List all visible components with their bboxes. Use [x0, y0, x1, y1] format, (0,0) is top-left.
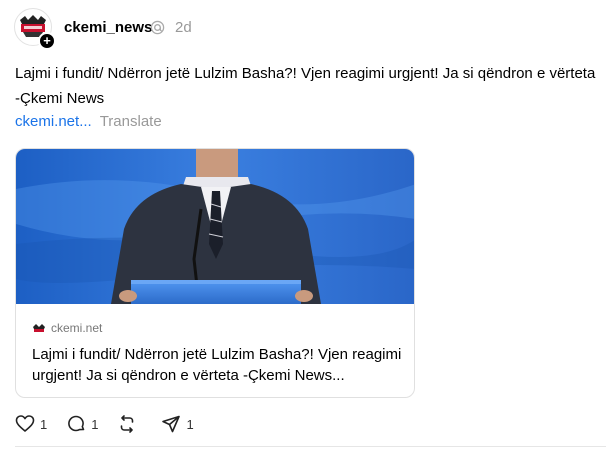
- send-icon: [162, 415, 181, 433]
- link-preview-card[interactable]: ckemi.net Lajmi i fundit/ Ndërron jetë L…: [15, 148, 415, 398]
- share-count: 1: [186, 416, 194, 432]
- card-title: Lajmi i fundit/ Ndërron jetë Lulzim Bash…: [32, 346, 402, 384]
- thread-post: + ckemi_news 2d Lajmi i fundit/ Ndërron …: [0, 0, 614, 459]
- comment-icon: [68, 415, 85, 432]
- like-button[interactable]: 1: [15, 414, 47, 434]
- post-time: 2d: [175, 19, 192, 36]
- heart-icon: [15, 415, 35, 432]
- follow-plus-button[interactable]: +: [38, 32, 56, 50]
- card-domain-row: ckemi.net: [32, 321, 102, 335]
- repost-button[interactable]: [117, 414, 142, 434]
- ckemi-favicon-icon: [33, 324, 45, 332]
- post-text: Lajmi i fundit/ Ndërron jetë Lulzim Bash…: [15, 65, 596, 107]
- reply-button[interactable]: 1: [66, 414, 98, 434]
- translate-button[interactable]: Translate: [100, 113, 162, 130]
- username[interactable]: ckemi_news: [64, 19, 152, 36]
- action-bar: 1 1 1: [15, 414, 213, 434]
- share-button[interactable]: 1: [161, 414, 194, 434]
- avatar[interactable]: +: [14, 8, 56, 50]
- reply-count: 1: [91, 416, 99, 432]
- post-link[interactable]: ckemi.net...: [15, 113, 92, 130]
- link-preview-image: [16, 149, 414, 304]
- repost-icon: [121, 415, 134, 433]
- card-domain: ckemi.net: [51, 321, 103, 335]
- post-divider: [15, 446, 606, 447]
- threads-activity-icon: [150, 20, 165, 35]
- link-row: ckemi.net... Translate: [15, 113, 162, 130]
- like-count: 1: [40, 416, 48, 432]
